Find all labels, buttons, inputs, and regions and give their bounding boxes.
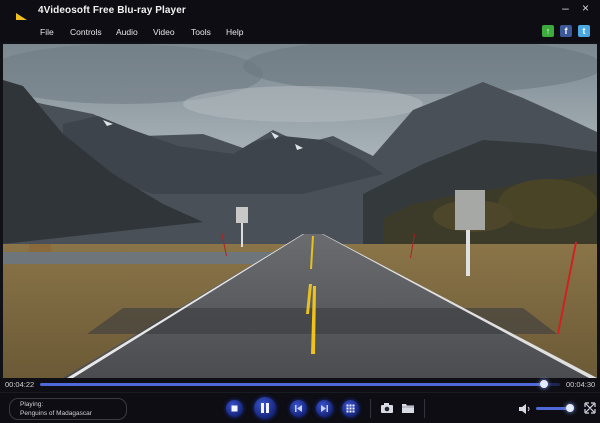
minimize-button[interactable]: –: [557, 1, 574, 16]
volume-handle[interactable]: [566, 404, 575, 412]
player-window: 4Videosoft Free Blu-ray Player – × File …: [0, 0, 600, 423]
seek-bar[interactable]: [40, 380, 560, 388]
seek-progress: [40, 383, 545, 386]
seek-handle[interactable]: [540, 380, 549, 388]
menu-bar: File Controls Audio Video Tools Help ↑ f…: [0, 20, 600, 42]
menu-video[interactable]: Video: [153, 27, 175, 37]
fullscreen-icon[interactable]: [584, 402, 596, 414]
stop-icon: [231, 405, 238, 412]
total-time: 00:04:30: [566, 380, 596, 389]
facebook-icon[interactable]: f: [560, 25, 572, 37]
video-display[interactable]: [3, 44, 597, 378]
close-button[interactable]: ×: [577, 1, 594, 16]
control-bar: Playing: Penguins of Madagascar: [0, 392, 600, 423]
now-playing-box: Playing: Penguins of Madagascar: [9, 398, 127, 420]
menu-controls[interactable]: Controls: [70, 27, 102, 37]
volume-slider[interactable]: [536, 404, 575, 412]
playing-title: Penguins of Madagascar: [20, 410, 92, 417]
title-bar[interactable]: 4Videosoft Free Blu-ray Player – ×: [0, 0, 600, 31]
video-frame-image: [3, 44, 597, 378]
open-folder-icon[interactable]: [401, 402, 415, 414]
current-time: 00:04:22: [5, 380, 35, 389]
playlist-button[interactable]: [342, 400, 359, 417]
separator: [424, 399, 425, 418]
menu-tools[interactable]: Tools: [191, 27, 211, 37]
progress-row: 00:04:22 00:04:30: [0, 378, 600, 392]
twitter-icon[interactable]: t: [578, 25, 590, 37]
menu-file[interactable]: File: [40, 27, 54, 37]
playing-label: Playing:: [20, 401, 44, 408]
volume-level: [536, 407, 571, 410]
pause-button[interactable]: [254, 397, 276, 419]
app-title: 4Videosoft Free Blu-ray Player: [38, 5, 186, 16]
pause-icon: [261, 403, 269, 413]
window-controls: – ×: [557, 1, 594, 16]
snapshot-icon[interactable]: [380, 402, 394, 414]
upload-icon[interactable]: ↑: [542, 25, 554, 37]
next-icon: [321, 405, 328, 412]
next-button[interactable]: [316, 400, 333, 417]
previous-button[interactable]: [290, 400, 307, 417]
previous-icon: [295, 405, 302, 412]
volume-icon[interactable]: [518, 403, 532, 415]
stop-button[interactable]: [226, 400, 243, 417]
menu-audio[interactable]: Audio: [116, 27, 138, 37]
menu-help[interactable]: Help: [226, 27, 243, 37]
playlist-icon: [346, 404, 355, 413]
separator: [370, 399, 371, 418]
